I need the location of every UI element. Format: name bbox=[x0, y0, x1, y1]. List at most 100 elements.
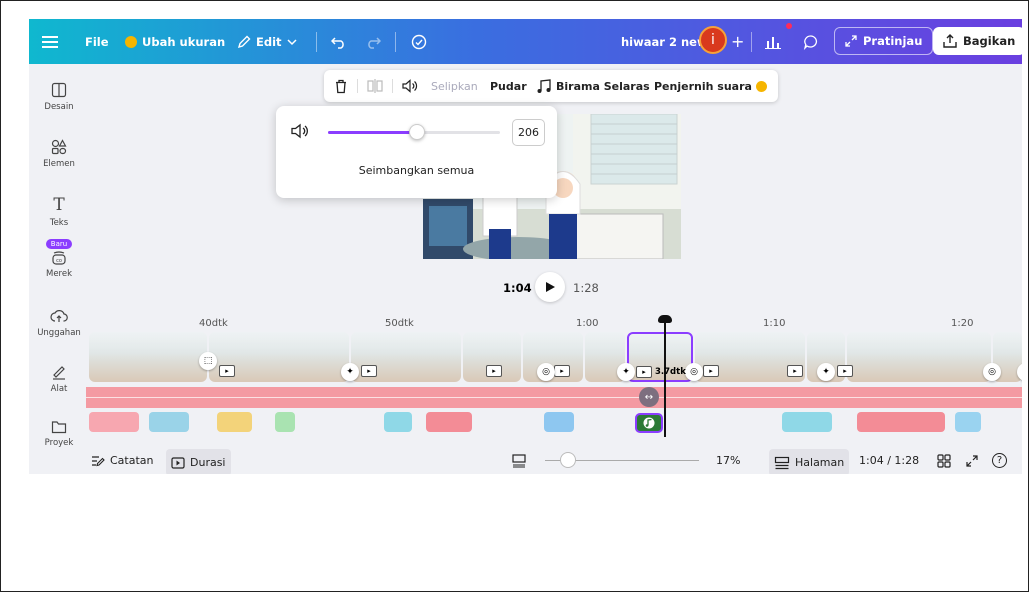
video-icon: ▸ bbox=[554, 365, 570, 377]
transition-icon[interactable]: ✦ bbox=[617, 363, 635, 381]
video-icon: ▸ bbox=[636, 366, 652, 378]
layout-icon bbox=[51, 82, 67, 98]
sidebar-item-uploads[interactable]: Unggahan bbox=[29, 308, 89, 338]
sidebar-item-text[interactable]: T Teks bbox=[29, 195, 89, 229]
redo-icon[interactable] bbox=[365, 19, 381, 64]
enhance-label: Penjernih suara bbox=[654, 79, 752, 93]
insert-button[interactable]: Selipkan bbox=[431, 70, 478, 102]
selected-video-clip[interactable]: ▸ 3.7dtk bbox=[627, 332, 693, 382]
notes-label: Catatan bbox=[110, 454, 154, 467]
audio-clip[interactable] bbox=[384, 412, 412, 432]
audio-clip[interactable] bbox=[217, 412, 252, 432]
transition-icon[interactable]: ◎ bbox=[537, 363, 555, 381]
play-box-icon bbox=[171, 456, 185, 469]
svg-text:co: co bbox=[56, 258, 62, 264]
duration-button[interactable]: Durasi bbox=[166, 449, 231, 474]
grid-view-icon[interactable] bbox=[937, 447, 951, 474]
enhance-voice-button[interactable]: Penjernih suara bbox=[654, 70, 767, 102]
zoom-percent[interactable]: 17% bbox=[716, 447, 740, 474]
play-button[interactable] bbox=[535, 272, 565, 302]
sidebar-item-label: Unggahan bbox=[37, 328, 81, 338]
transition-icon[interactable]: ◎ bbox=[983, 363, 1001, 381]
volume-slider[interactable] bbox=[328, 124, 500, 140]
zoom-slider-handle[interactable] bbox=[560, 452, 576, 468]
delete-icon[interactable] bbox=[334, 70, 348, 102]
video-icon: ▸ bbox=[219, 365, 235, 377]
edit-menu[interactable]: Edit bbox=[237, 19, 297, 64]
volume-popup: 206 Seimbangkan semua bbox=[276, 106, 557, 198]
speaker-icon bbox=[291, 123, 309, 143]
split-icon[interactable] bbox=[367, 70, 383, 102]
pages-button[interactable]: Halaman bbox=[769, 449, 850, 474]
layout-toggle-icon[interactable] bbox=[511, 447, 527, 474]
preview-label: Pratinjau bbox=[863, 34, 923, 48]
fullscreen-icon[interactable] bbox=[966, 447, 978, 474]
file-menu[interactable]: File bbox=[85, 19, 109, 64]
transition-icon[interactable]: ◎ bbox=[685, 363, 703, 381]
audio-track-line bbox=[86, 397, 1022, 398]
volume-value-input[interactable]: 206 bbox=[512, 119, 545, 146]
shapes-icon bbox=[51, 139, 67, 155]
preview-button[interactable]: Pratinjau bbox=[834, 27, 934, 55]
fade-button[interactable]: Pudar bbox=[490, 70, 527, 102]
sidebar-item-elements[interactable]: Elemen bbox=[29, 139, 89, 169]
top-bar: File Ubah ukuran Edit hiwaar 2 new i + P… bbox=[29, 19, 1022, 64]
sidebar-item-label: Merek bbox=[45, 269, 73, 279]
editor-app: File Ubah ukuran Edit hiwaar 2 new i + P… bbox=[29, 19, 1022, 474]
sidebar-item-tools[interactable]: Alat bbox=[29, 364, 89, 394]
transition-icon[interactable]: ⬚ bbox=[199, 352, 217, 370]
audio-clip[interactable] bbox=[955, 412, 981, 432]
audio-clip[interactable] bbox=[426, 412, 472, 432]
notes-button[interactable]: Catatan bbox=[91, 447, 154, 474]
video-icon: ▸ bbox=[787, 365, 803, 377]
audio-track[interactable] bbox=[86, 387, 1022, 408]
share-button[interactable]: Bagikan bbox=[933, 27, 1022, 55]
audio-clip[interactable] bbox=[782, 412, 832, 432]
selected-audio-clip[interactable] bbox=[635, 413, 663, 433]
sidebar-item-projects[interactable]: Proyek bbox=[29, 420, 89, 448]
chevron-down-icon bbox=[287, 38, 297, 45]
drag-handle-icon[interactable]: ↔ bbox=[639, 387, 659, 407]
video-icon: ▸ bbox=[837, 365, 853, 377]
balance-all-button[interactable]: Seimbangkan semua bbox=[276, 164, 557, 177]
volume-icon[interactable] bbox=[402, 70, 418, 102]
analytics-icon[interactable] bbox=[765, 19, 781, 64]
volume-slider-handle[interactable] bbox=[409, 124, 426, 140]
sidebar-item-label: Elemen bbox=[43, 159, 75, 169]
add-collaborator-icon[interactable]: + bbox=[731, 19, 744, 64]
video-clip[interactable] bbox=[847, 332, 991, 382]
sidebar-item-label: Teks bbox=[49, 218, 69, 228]
video-icon: ▸ bbox=[486, 365, 502, 377]
playhead[interactable] bbox=[664, 319, 666, 437]
audio-clip[interactable] bbox=[544, 412, 574, 432]
comment-icon[interactable] bbox=[803, 19, 819, 64]
video-icon: ▸ bbox=[703, 365, 719, 377]
pages-label: Halaman bbox=[795, 456, 845, 469]
transition-icon[interactable]: ✦ bbox=[341, 363, 359, 381]
cloud-saved-icon[interactable] bbox=[411, 19, 427, 64]
audio-clip[interactable] bbox=[275, 412, 295, 432]
text-icon: T bbox=[53, 195, 65, 215]
video-clip[interactable] bbox=[89, 332, 207, 382]
help-button[interactable]: ? bbox=[992, 447, 1007, 474]
clip-duration-badge: ▸ 3.7dtk bbox=[636, 366, 686, 378]
beat-sync-button[interactable]: Birama Selaras bbox=[536, 70, 650, 102]
transition-icon[interactable]: ✦ bbox=[817, 363, 835, 381]
project-title[interactable]: hiwaar 2 new bbox=[621, 19, 708, 64]
sidebar-item-design[interactable]: Desain bbox=[29, 82, 89, 112]
undo-icon[interactable] bbox=[331, 19, 347, 64]
edit-label: Edit bbox=[256, 34, 282, 49]
resize-button[interactable]: Ubah ukuran bbox=[125, 19, 225, 64]
bottom-bar: Catatan Durasi 17% Halaman 1:04 / 1:28 ? bbox=[89, 447, 1022, 474]
audio-clip[interactable] bbox=[857, 412, 945, 432]
audio-clip[interactable] bbox=[149, 412, 189, 432]
menu-icon[interactable] bbox=[42, 19, 58, 64]
ruler-label: 50dtk bbox=[385, 318, 414, 329]
avatar[interactable]: i bbox=[699, 26, 727, 54]
audio-clip[interactable] bbox=[89, 412, 139, 432]
sidebar-item-brand[interactable]: Baru co Merek bbox=[29, 239, 89, 279]
music-notes-icon bbox=[537, 78, 551, 93]
time-readout: 1:04 / 1:28 bbox=[859, 454, 920, 467]
duration-label: Durasi bbox=[190, 456, 226, 469]
upload-icon bbox=[943, 34, 957, 48]
